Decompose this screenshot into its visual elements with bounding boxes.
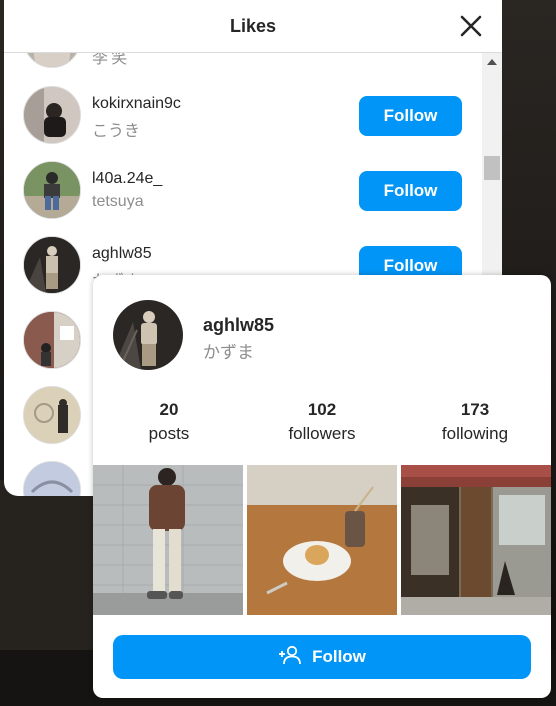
user-fullname: 李 笑 (92, 53, 128, 67)
follow-button[interactable]: Follow (113, 635, 531, 679)
recent-posts-grid (93, 465, 551, 615)
post-thumbnail[interactable] (93, 465, 243, 615)
username[interactable]: aghlw85 (92, 245, 152, 263)
stat-label: followers (288, 424, 356, 443)
close-icon[interactable] (458, 13, 484, 39)
stat-label: posts (148, 424, 190, 443)
avatar[interactable] (23, 236, 81, 294)
post-thumbnail[interactable] (247, 465, 397, 615)
dialog-title: Likes (229, 15, 277, 36)
follow-button-label: Follow (312, 647, 366, 666)
stat-value: 102 (307, 400, 337, 419)
list-item: l40a.24e_ tetsuya Follow (4, 150, 482, 225)
avatar[interactable] (23, 386, 81, 444)
scrollbar-thumb[interactable] (484, 156, 500, 180)
stat-value: 173 (460, 400, 490, 419)
list-item: 李 笑 (4, 53, 482, 75)
user-fullname: tetsuya (92, 193, 144, 210)
username[interactable]: kokirxnain9c (92, 95, 181, 113)
card-username[interactable]: aghlw85 (203, 315, 274, 336)
avatar[interactable] (113, 300, 183, 370)
stat-label: following (441, 424, 509, 443)
dialog-header: Likes (4, 0, 502, 53)
profile-hover-card: aghlw85 かずま 20 posts 102 followers 173 f… (93, 275, 551, 698)
user-fullname: こうき (92, 123, 141, 140)
scroll-up-arrow-icon[interactable] (487, 59, 497, 65)
username[interactable]: l40a.24e_ (92, 170, 162, 188)
list-item: kokirxnain9c こうき Follow (4, 75, 482, 150)
avatar[interactable] (23, 311, 81, 369)
follow-button[interactable]: Follow (359, 96, 462, 136)
stat-followers: 102 followers (246, 400, 398, 444)
follow-button[interactable]: Follow (359, 171, 462, 211)
avatar[interactable] (23, 86, 81, 144)
card-fullname: かずま (203, 343, 254, 362)
stat-value: 20 (159, 400, 179, 419)
avatar[interactable] (23, 161, 81, 219)
post-thumbnail[interactable] (401, 465, 551, 615)
stat-posts: 20 posts (93, 400, 245, 444)
stat-following: 173 following (399, 400, 551, 444)
person-add-icon (278, 645, 302, 670)
avatar[interactable] (23, 53, 81, 68)
avatar[interactable] (23, 461, 81, 496)
